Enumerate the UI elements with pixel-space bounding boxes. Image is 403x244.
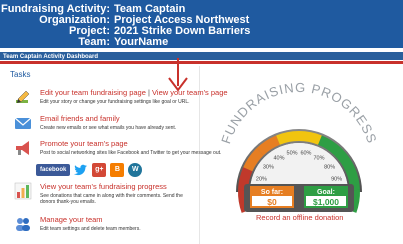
fundraising-gauge: FUNDRAISING PROGRESS 10%20%30%40%50%60%7… (214, 80, 384, 230)
header-label: Team: (78, 36, 110, 48)
google-plus-icon[interactable]: g+ (92, 163, 107, 177)
team-icon (16, 218, 30, 231)
goal-value: $1,000 (313, 197, 339, 207)
gauge-tick-label: 60% (300, 151, 311, 157)
bar-chart-icon (14, 182, 32, 200)
wordpress-icon[interactable]: W (128, 163, 143, 177)
so-far-value: $0 (267, 197, 277, 207)
gauge-tick-label: 30% (263, 164, 274, 170)
gauge-tick-label: 20% (256, 176, 267, 182)
pencil-icon (16, 90, 30, 103)
view-progress-link[interactable]: View your team's fundraising progress (40, 182, 190, 191)
header-block: Fundraising Activity: Team Captain Organ… (0, 0, 403, 48)
social-icons: facebook g+ B W (36, 163, 143, 177)
gauge-svg: FUNDRAISING PROGRESS 10%20%30%40%50%60%7… (218, 80, 379, 213)
task-description: Edit your story or change your fundraisi… (40, 99, 190, 105)
tasks-title: Tasks (10, 70, 31, 79)
blogger-icon[interactable]: B (110, 163, 125, 177)
record-offline-donation-link[interactable]: Record an offline donation (256, 213, 343, 222)
facebook-icon[interactable]: facebook (36, 164, 71, 176)
gauge-tick-label: 40% (273, 155, 284, 161)
gauge-tick-label: 80% (324, 164, 335, 170)
envelope-icon (14, 117, 32, 129)
email-friends-link[interactable]: Email friends and family (40, 114, 176, 123)
gauge-tick-label: 50% (287, 151, 298, 157)
task-description: Post to social networking sites like Fac… (40, 150, 222, 156)
edit-team-page-link[interactable]: Edit your team fundraising page (40, 88, 146, 97)
goal-label: Goal: (317, 189, 335, 196)
task-description: Edit team settings and delete team membe… (40, 226, 141, 232)
task-description: Create new emails or see what emails you… (40, 125, 177, 131)
task-description: See donations that came in along with th… (40, 193, 183, 205)
header-value: YourName (114, 36, 169, 48)
annotation-arrow-icon (168, 58, 188, 92)
so-far-label: So far: (261, 189, 283, 196)
promote-page-link[interactable]: Promote your team's page (40, 139, 221, 148)
twitter-icon[interactable] (74, 163, 88, 177)
megaphone-icon (16, 141, 29, 155)
manage-team-link[interactable]: Manage your team (40, 215, 141, 224)
dashboard-title: Team Captain Activity Dashboard (3, 54, 99, 60)
gauge-tick-label: 90% (331, 176, 342, 182)
gauge-tick-label: 70% (313, 155, 324, 161)
